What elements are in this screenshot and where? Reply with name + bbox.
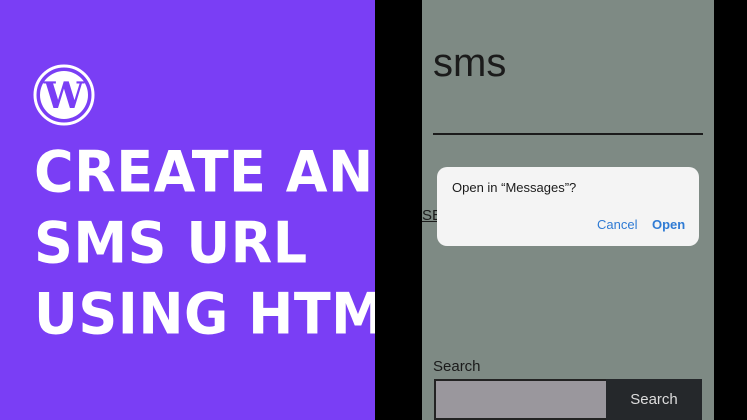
headline-line-1: CREATE AN	[34, 138, 374, 205]
phone-screen: sms SE Search Search Open in “Messages”?…	[422, 0, 714, 420]
svg-text:W: W	[43, 75, 85, 117]
thumbnail-banner: W CREATE AN SMS URL USING HTML	[0, 0, 420, 420]
dialog-title: Open in “Messages”?	[452, 180, 577, 195]
search-input[interactable]	[434, 379, 606, 420]
cancel-button[interactable]: Cancel	[597, 217, 637, 232]
wordpress-icon: W	[33, 64, 95, 126]
open-button[interactable]: Open	[652, 217, 685, 232]
search-label: Search	[433, 358, 481, 375]
headline: CREATE AN SMS URL USING HTML	[34, 138, 421, 347]
open-in-messages-dialog: Open in “Messages”? Cancel Open	[437, 167, 699, 246]
title-divider	[433, 133, 703, 135]
headline-line-2: SMS URL	[34, 209, 308, 276]
site-title: sms	[433, 41, 507, 85]
headline-line-3: USING HTML	[34, 280, 421, 347]
search-button[interactable]: Search	[606, 379, 702, 420]
